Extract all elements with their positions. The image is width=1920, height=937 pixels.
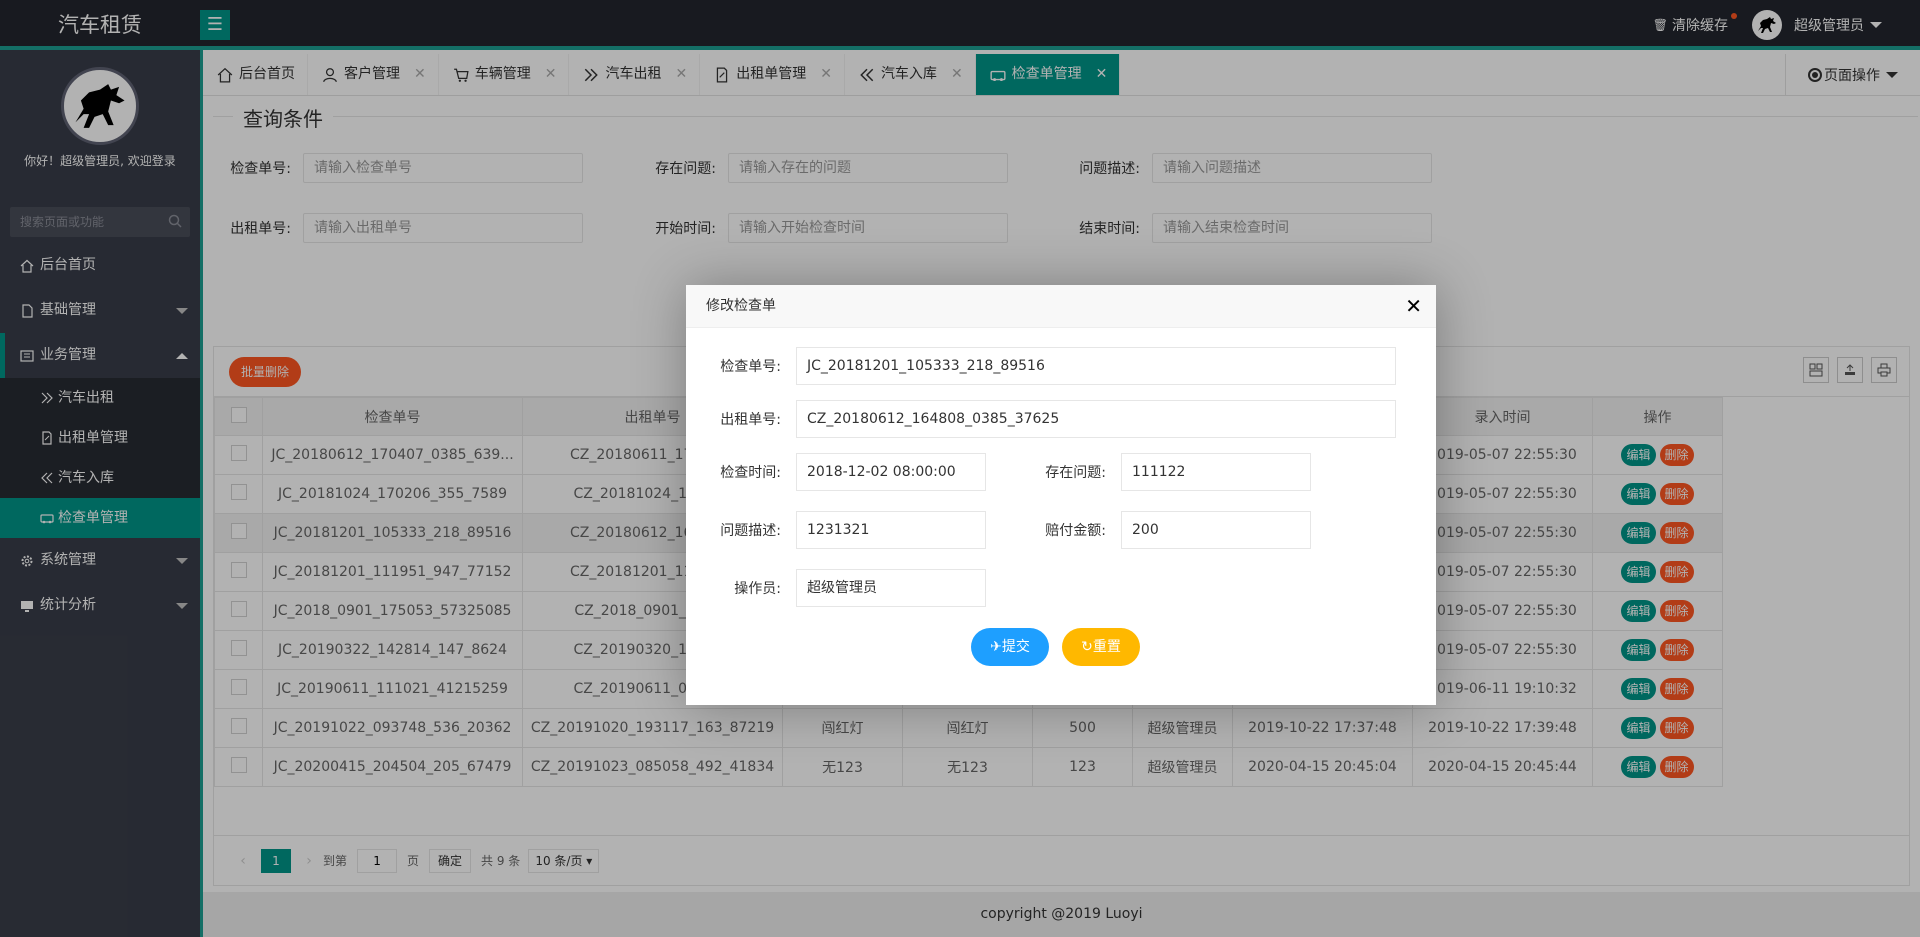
- field-label: 检查单号:: [720, 359, 781, 375]
- modal-check-no-row: 检查单号: JC_20181201_105333_218_89516: [686, 347, 1396, 385]
- modal-check-time-row: 检查时间: 2018-12-02 08:00:00: [686, 453, 986, 491]
- modal-pay-input[interactable]: 200: [1121, 511, 1311, 549]
- modal-rent-no-input[interactable]: CZ_20180612_164808_0385_37625: [796, 400, 1396, 438]
- field-label: 操作员:: [734, 581, 781, 597]
- edit-check-order-dialog: 修改检查单 ✕ 检查单号: JC_20181201_105333_218_895…: [686, 285, 1436, 705]
- field-label: 检查时间:: [720, 465, 781, 481]
- field-label: 赔付金额:: [1045, 523, 1106, 539]
- field-label: 出租单号:: [720, 412, 781, 428]
- modal-rent-no-row: 出租单号: CZ_20180612_164808_0385_37625: [686, 400, 1396, 438]
- send-icon: ✈: [990, 639, 1002, 655]
- modal-check-no-input[interactable]: JC_20181201_105333_218_89516: [796, 347, 1396, 385]
- close-icon[interactable]: ✕: [1405, 285, 1422, 328]
- field-label: 问题描述:: [720, 523, 781, 539]
- modal-operator-input[interactable]: 超级管理员: [796, 569, 986, 607]
- reset-button[interactable]: ↻重置: [1062, 628, 1140, 666]
- dialog-header: 修改检查单 ✕: [686, 285, 1436, 328]
- refresh-icon: ↻: [1081, 639, 1093, 655]
- reset-label: 重置: [1092, 639, 1121, 655]
- modal-check-time-input[interactable]: 2018-12-02 08:00:00: [796, 453, 986, 491]
- field-label: 存在问题:: [1045, 465, 1106, 481]
- modal-pay-row: 赔付金额: 200: [1011, 511, 1311, 549]
- modal-desc-row: 问题描述: 1231321: [686, 511, 986, 549]
- submit-button[interactable]: ✈提交: [971, 628, 1049, 666]
- modal-problem-row: 存在问题: 111122: [1011, 453, 1311, 491]
- dialog-title: 修改检查单: [706, 298, 776, 314]
- modal-problem-input[interactable]: 111122: [1121, 453, 1311, 491]
- modal-desc-input[interactable]: 1231321: [796, 511, 986, 549]
- modal-operator-row: 操作员: 超级管理员: [686, 569, 986, 607]
- submit-label: 提交: [1001, 639, 1030, 655]
